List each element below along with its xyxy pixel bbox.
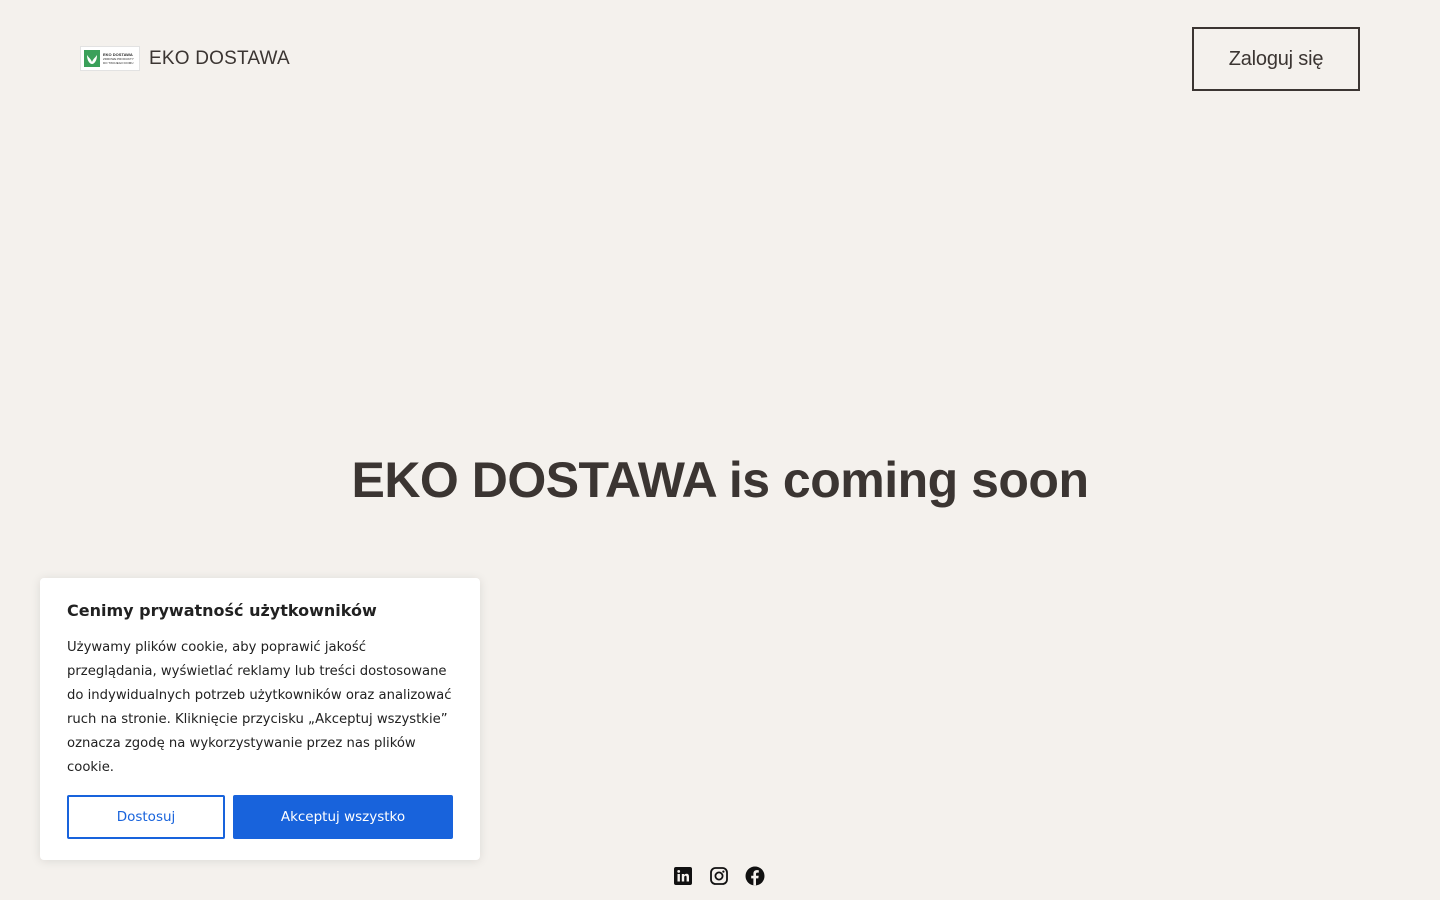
linkedin-link[interactable] (673, 866, 693, 886)
logo-text: EKO DOSTAWA ZDROWE PRODUKTY DO TWOJEGO D… (103, 53, 134, 65)
cookie-buttons: Dostosuj Akceptuj wszystko (67, 795, 453, 839)
brand-link[interactable]: EKO DOSTAWA ZDROWE PRODUKTY DO TWOJEGO D… (80, 46, 290, 71)
logo-line-1: EKO DOSTAWA (103, 52, 133, 57)
brand-name: EKO DOSTAWA (149, 47, 290, 69)
instagram-icon (710, 867, 728, 885)
social-links (673, 866, 765, 886)
hero-title: EKO DOSTAWA is coming soon (351, 452, 1089, 508)
logo-line-3: DO TWOJEGO DOMU (103, 60, 134, 65)
facebook-link[interactable] (745, 866, 765, 886)
cookie-title: Cenimy prywatność użytkowników (67, 601, 377, 620)
login-button[interactable]: Zaloguj się (1192, 27, 1360, 91)
facebook-icon (745, 866, 765, 886)
leaf-logo-icon (84, 50, 100, 67)
cookie-description: Używamy plików cookie, aby poprawić jako… (67, 640, 452, 775)
site-header: EKO DOSTAWA ZDROWE PRODUKTY DO TWOJEGO D… (0, 0, 1440, 118)
linkedin-icon (674, 867, 692, 885)
instagram-link[interactable] (709, 866, 729, 886)
cookie-consent-banner: Cenimy prywatność użytkowników Używamy p… (40, 578, 480, 860)
site-logo: EKO DOSTAWA ZDROWE PRODUKTY DO TWOJEGO D… (80, 46, 140, 71)
accept-all-button[interactable]: Akceptuj wszystko (233, 795, 453, 839)
customize-button[interactable]: Dostosuj (67, 795, 225, 839)
page: EKO DOSTAWA ZDROWE PRODUKTY DO TWOJEGO D… (0, 0, 1440, 900)
